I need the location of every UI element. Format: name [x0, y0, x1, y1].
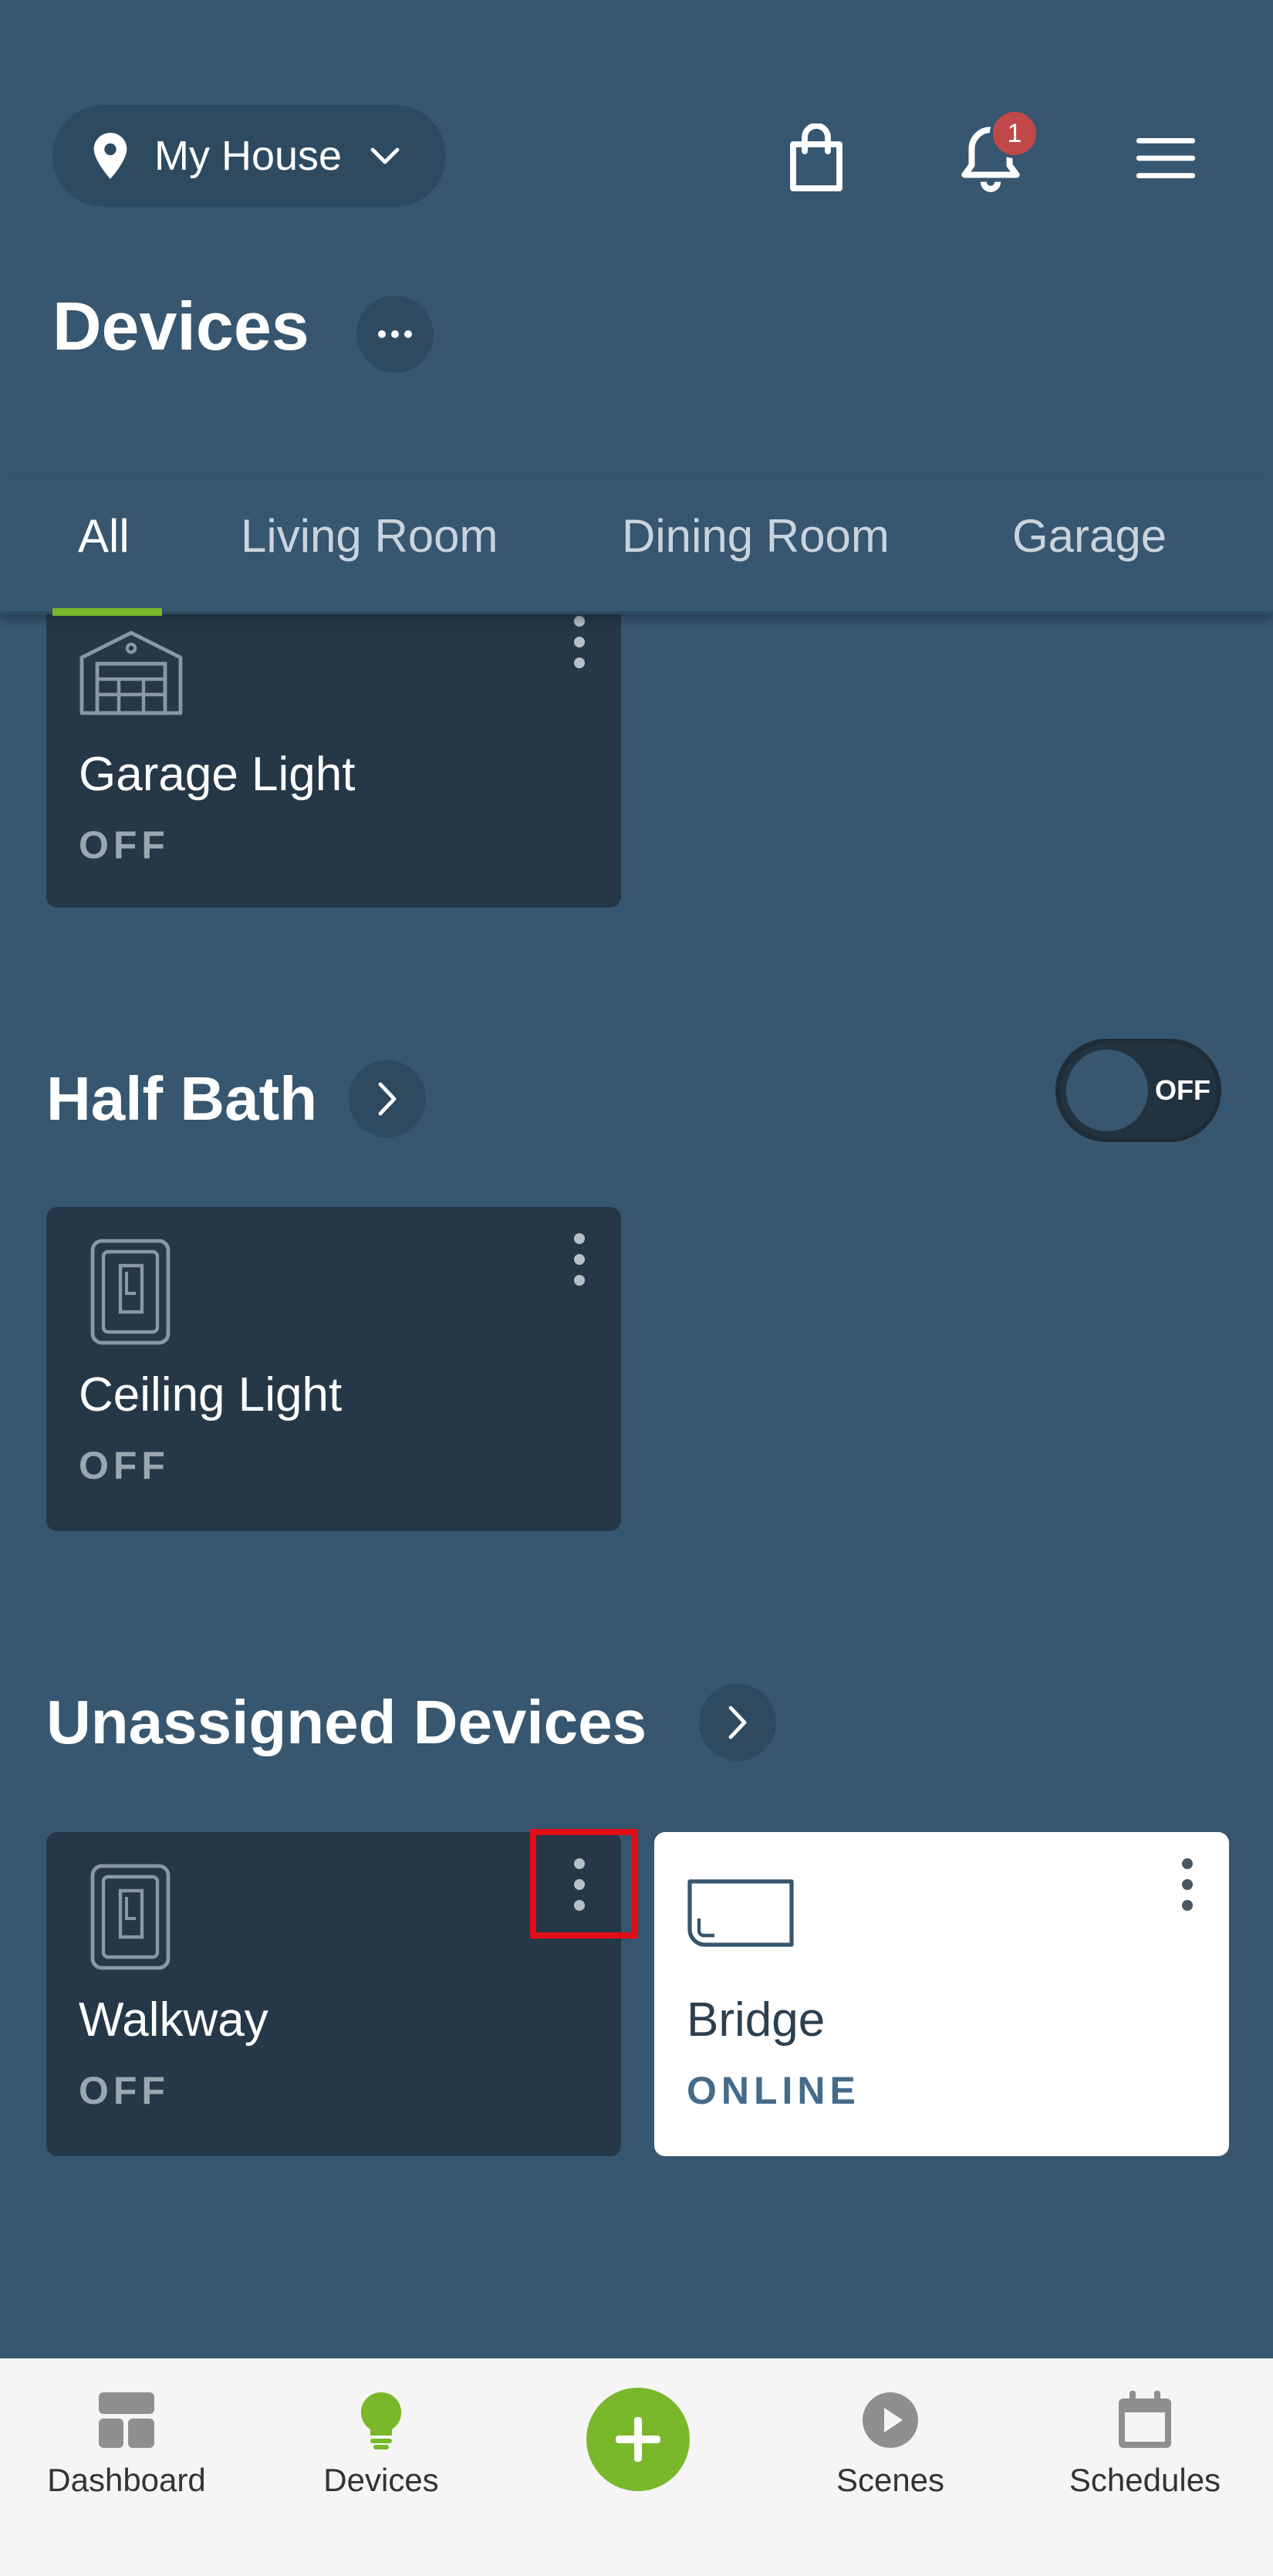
- nav-schedules[interactable]: Schedules: [1029, 2389, 1261, 2499]
- notification-badge: 1: [990, 109, 1039, 158]
- shopping-bag-icon: [790, 123, 842, 191]
- light-switch-icon: [90, 1864, 171, 1970]
- section-title-unassigned: Unassigned Devices: [46, 1688, 647, 1756]
- calendar-icon: [1119, 2391, 1171, 2448]
- device-name: Bridge: [687, 1993, 826, 2047]
- chevron-down-icon: [370, 147, 400, 164]
- nav-label: Scenes: [836, 2462, 945, 2498]
- more-vertical-icon[interactable]: [1170, 1854, 1204, 1915]
- page-title: Devices: [52, 288, 309, 364]
- light-switch-icon: [90, 1239, 171, 1345]
- toggle-knob: [1066, 1050, 1148, 1131]
- page-options-button[interactable]: [356, 296, 434, 373]
- menu-button[interactable]: [1127, 116, 1204, 201]
- location-pin-icon: [93, 133, 127, 179]
- device-card-garage-light[interactable]: Garage Light OFF: [46, 583, 621, 908]
- garage-icon: [79, 630, 183, 715]
- bridge-icon: [687, 1879, 794, 1947]
- dashboard-icon: [99, 2392, 154, 2448]
- device-name: Walkway: [79, 1993, 268, 2047]
- play-icon: [863, 2392, 918, 2448]
- device-state: ONLINE: [687, 2069, 860, 2112]
- tab-all[interactable]: All: [78, 509, 130, 563]
- more-vertical-icon[interactable]: [562, 1229, 596, 1290]
- more-horizontal-icon: [378, 330, 412, 338]
- house-selector[interactable]: My House: [52, 105, 446, 207]
- chevron-right-icon: [728, 1706, 747, 1739]
- device-state: OFF: [79, 823, 170, 867]
- device-card-bridge[interactable]: Bridge ONLINE: [654, 1832, 1229, 2156]
- tab-dining-room[interactable]: Dining Room: [622, 509, 890, 563]
- half-bath-open-button[interactable]: [349, 1060, 426, 1138]
- room-tabs: All Living Room Dining Room Garage: [0, 478, 1273, 616]
- chevron-right-icon: [378, 1082, 397, 1116]
- device-card-ceiling-light[interactable]: Ceiling Light OFF: [46, 1207, 621, 1531]
- add-button[interactable]: [586, 2388, 690, 2491]
- device-state: OFF: [79, 2069, 170, 2112]
- toggle-label: OFF: [1155, 1074, 1211, 1106]
- half-bath-toggle[interactable]: OFF: [1055, 1039, 1221, 1142]
- unassigned-open-button[interactable]: [699, 1684, 776, 1761]
- nav-devices[interactable]: Devices: [265, 2389, 497, 2499]
- top-bar: My House 1: [0, 0, 1273, 232]
- hamburger-menu-icon: [1136, 138, 1195, 178]
- nav-scenes[interactable]: Scenes: [775, 2389, 1006, 2499]
- add-icon: [616, 2417, 660, 2462]
- bottom-navigation: Dashboard Devices Scenes Schedules: [0, 2358, 1273, 2576]
- nav-label: Dashboard: [47, 2462, 206, 2498]
- active-tab-indicator: [52, 608, 162, 616]
- nav-label: Schedules: [1069, 2462, 1221, 2498]
- house-label: My House: [154, 133, 343, 179]
- more-vertical-icon[interactable]: [562, 611, 596, 673]
- tab-garage[interactable]: Garage: [1012, 509, 1167, 563]
- device-state: OFF: [79, 1444, 170, 1487]
- section-title-half-bath: Half Bath: [46, 1064, 318, 1133]
- device-name: Garage Light: [79, 748, 356, 801]
- nav-dashboard[interactable]: Dashboard: [11, 2389, 242, 2499]
- tab-living-room[interactable]: Living Room: [241, 509, 498, 563]
- lightbulb-icon: [360, 2392, 402, 2449]
- shopping-bag-button[interactable]: [778, 116, 855, 201]
- device-name: Ceiling Light: [79, 1368, 343, 1422]
- highlight-box: [530, 1829, 638, 1939]
- nav-label: Devices: [323, 2462, 439, 2498]
